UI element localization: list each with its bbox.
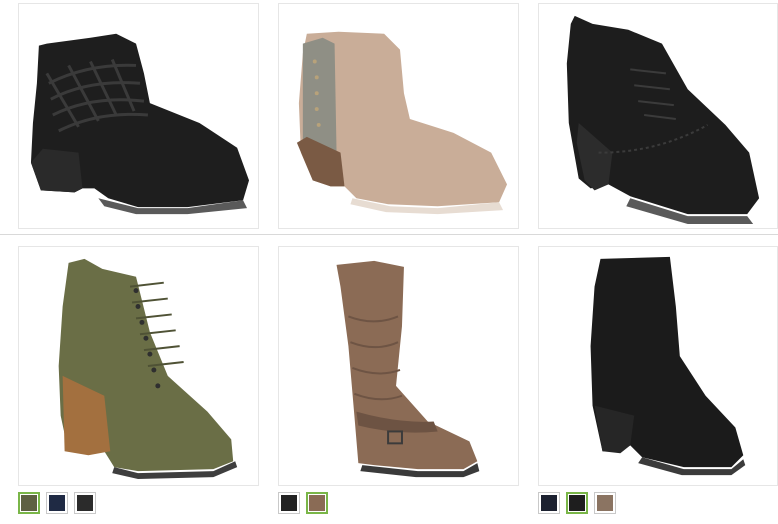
product-card-4[interactable] (18, 246, 259, 486)
product-card-5[interactable] (278, 246, 519, 486)
product-image-black-sock-bootie (590, 256, 746, 476)
product-card-1[interactable] (18, 3, 259, 229)
swatch-black[interactable] (278, 492, 300, 514)
swatch-brown[interactable] (306, 492, 328, 514)
swatches-olive-bootie (18, 492, 96, 514)
row-divider (0, 234, 778, 235)
swatch-black[interactable] (74, 492, 96, 514)
swatch-black[interactable] (566, 492, 588, 514)
product-image-taupe-studded-bootie (296, 31, 508, 215)
product-image-brown-slouch-boot (336, 260, 480, 478)
swatch-olive[interactable] (18, 492, 40, 514)
swatch-navy[interactable] (538, 492, 560, 514)
swatches-sock-bootie (538, 492, 616, 514)
swatches-slouch-boot (278, 492, 328, 514)
product-card-3[interactable] (538, 3, 778, 229)
swatch-navy[interactable] (46, 492, 68, 514)
product-card-2[interactable] (278, 3, 519, 229)
product-image-black-strappy-bootie (30, 33, 250, 215)
swatch-taupe[interactable] (594, 492, 616, 514)
product-card-6[interactable] (538, 246, 778, 486)
product-image-olive-lace-up-bootie (58, 258, 238, 480)
product-image-black-wedge-bootie (566, 15, 760, 225)
